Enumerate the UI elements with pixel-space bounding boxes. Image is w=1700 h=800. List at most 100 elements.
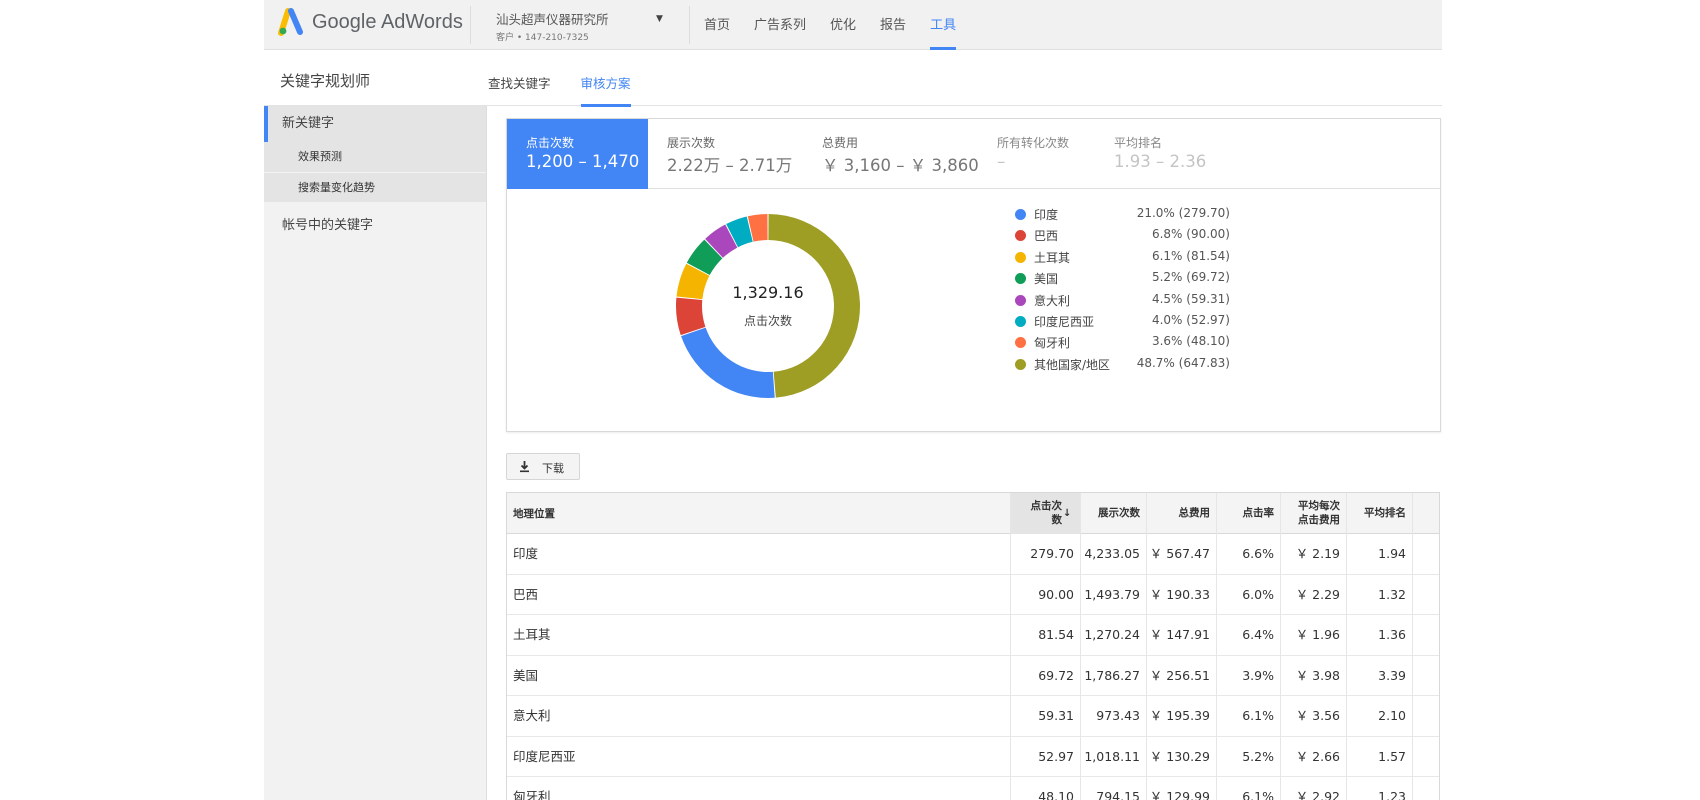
cell-avg-position: 1.36 xyxy=(1378,627,1406,642)
legend-label: 巴西 xyxy=(1034,229,1059,244)
cell-ctr: 6.1% xyxy=(1242,708,1274,723)
column-header-avg-position[interactable]: 平均排名 xyxy=(1346,493,1412,534)
metric-label: 所有转化次数 xyxy=(997,136,1070,150)
download-label: 下载 xyxy=(542,462,564,475)
table-row[interactable]: 巴西 90.00 1,493.79 ￥ 190.33 6.0% ￥ 2.29 1.32 xyxy=(507,575,1439,615)
metric-value: ￥ 3,160 – ￥ 3,860 xyxy=(822,156,979,175)
cell-impressions: 1,018.11 xyxy=(1084,748,1140,764)
column-header-cost[interactable]: 总费用 xyxy=(1146,493,1216,534)
cell-ctr: 3.9% xyxy=(1242,667,1274,683)
legend-dot-icon xyxy=(1015,337,1026,349)
main-nav: 首页 广告系列 优化 报告 工具 xyxy=(704,0,980,50)
donut-slice[interactable] xyxy=(768,214,860,398)
column-header-location[interactable]: 地理位置 xyxy=(513,493,813,534)
legend-dot-icon xyxy=(1015,230,1026,242)
legend-value: 3.6% (48.10) xyxy=(1151,334,1230,349)
cell-avg-cpc: ￥ 2.66 xyxy=(1295,748,1340,764)
sidebar-item-account-keywords[interactable]: 帐号中的关键字 xyxy=(264,208,486,244)
cell-cost: ￥ 567.47 xyxy=(1149,546,1210,561)
nav-tools[interactable]: 工具 xyxy=(930,0,957,50)
tab-find-keywords[interactable]: 查找关键字 xyxy=(488,50,551,106)
cell-cost: ￥ 129.99 xyxy=(1149,789,1210,800)
cell-avg-cpc: ￥ 2.29 xyxy=(1295,586,1340,602)
nav-reports[interactable]: 报告 xyxy=(880,0,906,50)
cell-impressions: 794.15 xyxy=(1096,789,1140,800)
legend-value: 6.8% (90.00) xyxy=(1151,227,1230,242)
legend-value: 4.5% (59.31) xyxy=(1151,291,1230,306)
column-header-avg-cpc[interactable]: 平均每次点击费用 xyxy=(1280,493,1346,534)
metric-impressions[interactable]: 展示次数 2.22万 – 2.71万 xyxy=(648,119,803,189)
column-divider xyxy=(1216,493,1217,800)
page-title: 关键字规划师 xyxy=(280,72,371,90)
column-header-label: 点击次数 xyxy=(1030,500,1063,526)
cell-clicks: 90.00 xyxy=(1038,586,1074,602)
table-row[interactable]: 匈牙利 48.10 794.15 ￥ 129.99 6.1% ￥ 2.92 1.23 xyxy=(507,777,1439,800)
legend-value: 48.7% (647.83) xyxy=(1136,355,1230,370)
cell-clicks: 279.70 xyxy=(1030,546,1074,561)
cell-impressions: 1,786.27 xyxy=(1084,667,1140,683)
legend-dot-icon xyxy=(1015,251,1026,263)
sidebar-item-search-trends[interactable]: 搜索量变化趋势 xyxy=(264,172,486,202)
metric-clicks[interactable]: 点击次数 1,200 – 1,470 xyxy=(507,119,648,189)
table-row[interactable]: 印度尼西亚 52.97 1,018.11 ￥ 130.29 5.2% ￥ 2.66 1.57 xyxy=(507,737,1439,777)
legend-item: 匈牙利 3.6% (48.10) xyxy=(1015,333,1230,354)
caret-down-icon[interactable]: ▼ xyxy=(656,14,663,24)
metric-avg-position[interactable]: 平均排名 1.93 – 2.36 xyxy=(1095,119,1235,189)
account-switcher[interactable]: 汕头超声仪器研究所 客户 • 147-210-7325 xyxy=(496,9,671,43)
column-header-impressions[interactable]: 展示次数 xyxy=(1080,493,1146,534)
legend-value: 21.0% (279.70) xyxy=(1136,206,1230,220)
cell-impressions: 4,233.05 xyxy=(1084,546,1140,561)
cell-avg-position: 1.94 xyxy=(1378,546,1406,561)
legend-label: 意大利 xyxy=(1034,293,1071,308)
cell-avg-position: 1.23 xyxy=(1378,789,1406,800)
legend-item: 巴西 6.8% (90.00) xyxy=(1015,226,1230,247)
nav-home[interactable]: 首页 xyxy=(704,0,730,50)
cell-avg-cpc: ￥ 2.19 xyxy=(1295,546,1340,561)
account-name: 汕头超声仪器研究所 xyxy=(496,12,609,27)
cell-location: 巴西 xyxy=(513,586,539,602)
divider xyxy=(470,6,471,44)
sidebar-item-new-keywords[interactable]: 新关键字 xyxy=(264,106,486,142)
metric-value: – xyxy=(997,152,1006,171)
download-button[interactable]: 下载 xyxy=(506,453,580,480)
cell-ctr: 6.1% xyxy=(1242,789,1274,800)
column-header-label: 平均每次点击费用 xyxy=(1298,500,1340,526)
donut-slice[interactable] xyxy=(681,327,775,398)
download-icon xyxy=(520,461,529,473)
legend-label: 印度 xyxy=(1034,208,1059,222)
table-row[interactable]: 印度 279.70 4,233.05 ￥ 567.47 6.6% ￥ 2.19 1.94 xyxy=(507,534,1439,575)
sidebar-item-forecast[interactable]: 效果预测 xyxy=(264,142,486,172)
cell-impressions: 973.43 xyxy=(1096,708,1140,723)
legend-item: 印度尼西亚 4.0% (52.97) xyxy=(1015,312,1230,333)
cell-clicks: 59.31 xyxy=(1038,708,1074,723)
cell-cost: ￥ 195.39 xyxy=(1149,708,1210,723)
column-divider xyxy=(1280,493,1281,800)
nav-campaigns[interactable]: 广告系列 xyxy=(754,0,806,50)
cell-ctr: 6.6% xyxy=(1242,546,1274,561)
legend-dot-icon xyxy=(1015,209,1026,220)
table-row[interactable]: 土耳其 81.54 1,270.24 ￥ 147.91 6.4% ￥ 1.96 1.36 xyxy=(507,615,1439,656)
metric-tabs: 点击次数 1,200 – 1,470 展示次数 2.22万 – 2.71万 总费… xyxy=(507,119,1440,189)
cell-impressions: 1,270.24 xyxy=(1084,627,1140,642)
metric-label: 点击次数 xyxy=(526,136,575,150)
metric-conversions[interactable]: 所有转化次数 – xyxy=(978,119,1095,189)
cell-avg-position: 2.10 xyxy=(1378,708,1406,723)
legend-item: 土耳其 6.1% (81.54) xyxy=(1015,248,1230,269)
column-header-ctr[interactable]: 点击率 xyxy=(1216,493,1280,534)
table-row[interactable]: 意大利 59.31 973.43 ￥ 195.39 6.1% ￥ 3.56 2.10 xyxy=(507,696,1439,737)
legend-item: 意大利 4.5% (59.31) xyxy=(1015,291,1230,312)
forecast-card: 点击次数 1,200 – 1,470 展示次数 2.22万 – 2.71万 总费… xyxy=(506,118,1441,432)
cell-clicks: 48.10 xyxy=(1038,789,1074,800)
nav-opportunities[interactable]: 优化 xyxy=(830,0,856,50)
legend-value: 4.0% (52.97) xyxy=(1151,312,1230,327)
metric-cost[interactable]: 总费用 ￥ 3,160 – ￥ 3,860 xyxy=(803,119,979,189)
tab-review-plan[interactable]: 审核方案 xyxy=(580,50,631,107)
cell-ctr: 6.4% xyxy=(1242,627,1274,642)
legend-item: 其他国家/地区 48.7% (647.83) xyxy=(1015,355,1230,376)
legend-dot-icon xyxy=(1015,273,1026,285)
cell-avg-position: 1.32 xyxy=(1378,586,1406,602)
legend-label: 匈牙利 xyxy=(1034,336,1071,351)
adwords-logo[interactable]: Google AdWords xyxy=(278,8,463,36)
legend-label: 其他国家/地区 xyxy=(1034,357,1111,372)
table-row[interactable]: 美国 69.72 1,786.27 ￥ 256.51 3.9% ￥ 3.98 3.39 xyxy=(507,656,1439,696)
